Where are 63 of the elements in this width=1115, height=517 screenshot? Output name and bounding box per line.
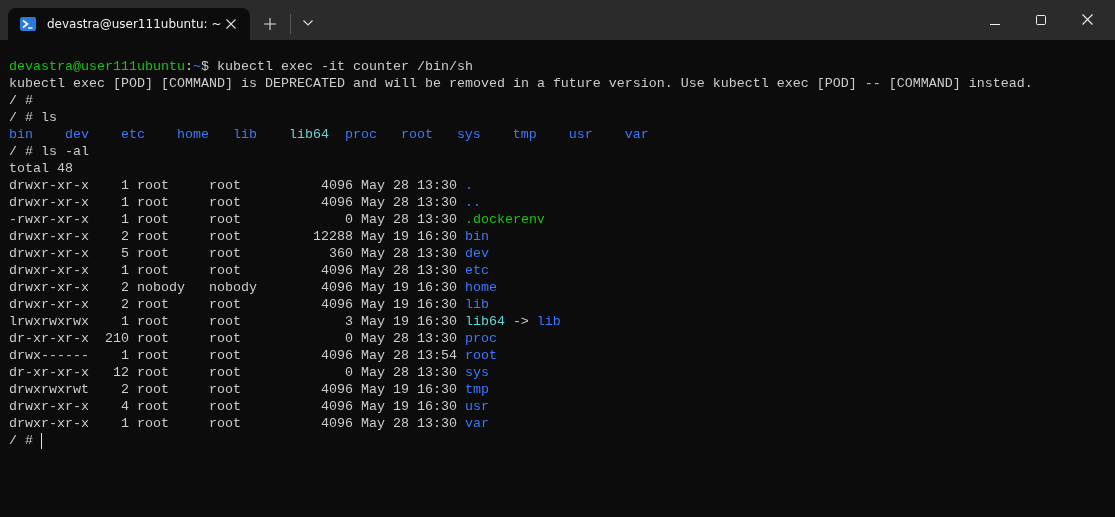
directory-name: .. (464, 194, 481, 211)
terminal-tab[interactable]: devastra@user111ubuntu: ~ (8, 8, 250, 40)
terminal-text: drwxr-xr-x 2 nobody nobody 4096 May 19 16:30 (9, 279, 457, 296)
terminal-text: / # ls -al (9, 143, 89, 160)
directory-name: tmp (464, 381, 489, 398)
terminal-text: drwx------ 1 root root 4096 May 28 13:54 (9, 347, 457, 364)
directory-name: proc (344, 126, 378, 143)
directory-name: etc (120, 126, 146, 143)
new-tab-icon[interactable] (264, 18, 276, 30)
terminal-text: / # (9, 432, 33, 449)
terminal-text: drwxr-xr-x 1 root root 4096 May 28 13:30 (9, 177, 457, 194)
terminal-text: drwxr-xr-x 4 root root 4096 May 19 16:30 (9, 398, 457, 415)
terminal-text: drwxr-xr-x 2 root root 12288 May 19 16:30 (9, 228, 457, 245)
symlink-name: lib64 (288, 126, 330, 143)
directory-name: lib (232, 126, 258, 143)
prompt-path: ~ (192, 58, 201, 75)
directory-name: etc (464, 262, 489, 279)
dropdown-icon[interactable] (303, 20, 313, 26)
terminal-text: drwxr-xr-x 1 root root 4096 May 28 13:30 (9, 262, 457, 279)
directory-name: var (624, 126, 649, 143)
terminal-text: -> (512, 313, 529, 330)
directory-name: root (400, 126, 434, 143)
close-tab-icon[interactable] (226, 19, 236, 29)
terminal-text: $ kubectl exec -it counter /bin/sh (200, 58, 473, 75)
directory-name: dev (464, 245, 489, 262)
terminal-text: drwxr-xr-x 1 root root 4096 May 28 13:30 (9, 415, 457, 432)
text-cursor (41, 432, 42, 449)
terminal-text: drwxr-xr-x 2 root root 4096 May 19 16:30 (9, 296, 457, 313)
terminal-text: / # ls (9, 109, 57, 126)
directory-name: var (464, 415, 489, 432)
directory-name: sys (464, 364, 489, 381)
directory-name: home (176, 126, 210, 143)
terminal-text: lrwxrwxrwx 1 root root 3 May 19 16:30 (9, 313, 457, 330)
prompt-user: devastra@user111ubuntu (9, 58, 185, 75)
directory-name: root (464, 347, 497, 364)
symlink-name: lib64 (464, 313, 505, 330)
directory-name: sys (456, 126, 482, 143)
terminal-text: drwxr-xr-x 5 root root 360 May 28 13:30 (9, 245, 457, 262)
maximize-icon[interactable] (1036, 15, 1046, 25)
terminal-text: / # (9, 92, 33, 109)
terminal-text: kubectl exec [POD] [COMMAND] is DEPRECATED and will be removed in a future version. Use kubectl exec [POD] -- [COMMAND] instead. (9, 75, 1033, 92)
terminal-text: drwxr-xr-x 1 root root 4096 May 28 13:30 (9, 194, 457, 211)
terminal-text: drwxrwxrwt 2 root root 4096 May 19 16:30 (9, 381, 457, 398)
file-name: .dockerenv (464, 211, 545, 228)
directory-name: lib (464, 296, 489, 313)
directory-name: lib (536, 313, 561, 330)
terminal-icon (20, 17, 36, 31)
directory-name: home (464, 279, 497, 296)
directory-name: . (464, 177, 473, 194)
close-icon[interactable] (1082, 14, 1093, 25)
directory-name: bin (9, 126, 34, 143)
directory-name: tmp (512, 126, 538, 143)
terminal-text: -rwxr-xr-x 1 root root 0 May 28 13:30 (9, 211, 457, 228)
terminal-text: dr-xr-xr-x 210 root root 0 May 28 13:30 (9, 330, 457, 347)
directory-name: dev (65, 126, 90, 143)
terminal-text: : (184, 58, 193, 75)
directory-name: usr (464, 398, 489, 415)
terminal-text: dr-xr-xr-x 12 root root 0 May 28 13:30 (9, 364, 457, 381)
terminal-text: total 48 (9, 160, 73, 177)
tab-title: devastra@user111ubuntu: ~ (47, 17, 223, 31)
directory-name: proc (464, 330, 497, 347)
directory-name: bin (464, 228, 489, 245)
directory-name: usr (568, 126, 594, 143)
